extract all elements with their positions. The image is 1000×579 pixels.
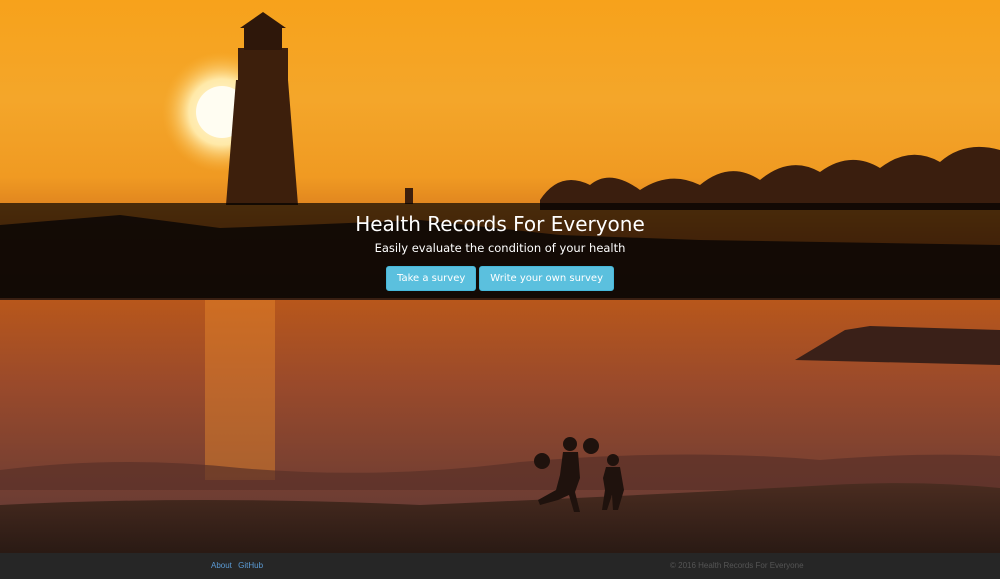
take-survey-button[interactable]: Take a survey <box>385 266 477 291</box>
hero-background: Health Records For Everyone Easily evalu… <box>0 0 1000 553</box>
footer: About GitHub © 2016 Health Records For E… <box>0 553 1000 579</box>
hero-actions: Take a survey Write your own survey <box>0 266 1000 291</box>
page-title: Health Records For Everyone <box>355 212 645 236</box>
write-survey-button[interactable]: Write your own survey <box>479 266 615 291</box>
page-subtitle: Easily evaluate the condition of your he… <box>374 241 626 255</box>
footer-links: About GitHub <box>211 561 267 570</box>
footer-link-github[interactable]: GitHub <box>238 561 263 570</box>
copyright-text: © 2016 Health Records For Everyone <box>670 561 804 570</box>
footer-link-about[interactable]: About <box>211 561 232 570</box>
hero-banner: Health Records For Everyone Easily evalu… <box>0 203 1000 298</box>
